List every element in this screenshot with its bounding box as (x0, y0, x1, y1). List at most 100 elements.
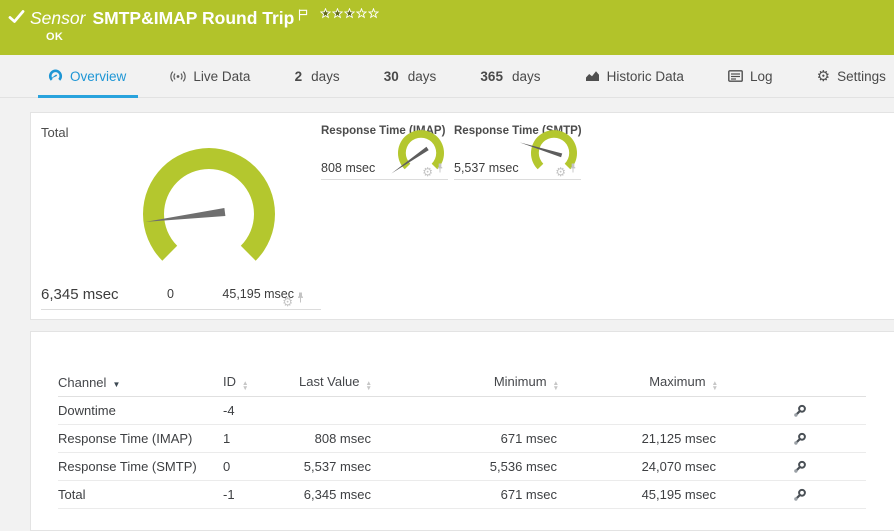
sensor-status-banner: Sensor SMTP&IMAP Round Trip OK (0, 0, 894, 55)
channel-row: Downtime -4 (58, 396, 866, 425)
wrench-icon (794, 433, 806, 445)
tab-label: Overview (70, 68, 127, 84)
tab-bar: Overview Live Data 2 days 30 days 365 da… (0, 55, 894, 98)
gauge-current-value: 5,537 msec (454, 161, 519, 175)
gauge-icon (48, 69, 63, 81)
filler-cell (807, 396, 866, 425)
total-gauge-cell: Total 6,345 msec 0 45,195 msec ⚙ (41, 125, 321, 310)
last-value-cell: 5,537 msec (299, 452, 381, 481)
tab-label: Settings (837, 68, 886, 84)
tab-365-days[interactable]: 365 days (480, 55, 540, 97)
channels-table: Channel ▼ ID ▲ ▼ Last Value ▲ ▼ Minimum ▲ ▼ Max… (58, 368, 866, 509)
tab-label-number: 2 (294, 68, 303, 84)
column-header-channel[interactable]: Channel ▼ (58, 368, 223, 397)
table-header-row: Channel ▼ ID ▲ ▼ Last Value ▲ ▼ Minimum ▲ ▼ Max… (58, 368, 866, 397)
area-chart-icon (585, 71, 599, 81)
sort-icon: ▲ ▼ (711, 379, 718, 392)
wrench-icon (794, 489, 806, 501)
channel-gear-icon[interactable]: ⚙ (282, 296, 293, 308)
smtp-gauge-cell: Response Time (SMTP) 5,537 msec ⚙ (454, 125, 582, 180)
channel-row: Response Time (IMAP) 1 808 msec 671 msec… (58, 424, 866, 453)
column-header-settings (718, 368, 807, 397)
object-type-label: Sensor (30, 8, 86, 28)
priority-rating[interactable] (320, 8, 380, 19)
sort-desc-icon: ▼ (112, 379, 121, 389)
filler-cell (807, 480, 866, 509)
tab-label-number: 365 (480, 68, 503, 84)
tab-live-data[interactable]: Live Data (170, 55, 250, 97)
gauge-min-label: 0 (167, 287, 174, 301)
pin-icon[interactable] (436, 160, 444, 178)
tab-label: Log (750, 68, 773, 84)
channel-gear-icon[interactable]: ⚙ (555, 166, 566, 178)
imap-gauge-cell: Response Time (IMAP) 808 msec ⚙ (321, 125, 448, 180)
ok-check-icon (8, 9, 25, 29)
channel-settings-button[interactable] (718, 424, 807, 453)
star-icon[interactable] (344, 8, 356, 19)
gauge-current-value: 6,345 msec (41, 286, 119, 303)
channel-settings-button[interactable] (718, 480, 807, 509)
tab-label: days (407, 68, 437, 84)
channel-id-cell: 1 (223, 424, 299, 453)
total-gauge[interactable] (134, 144, 284, 269)
channel-name-cell: Downtime (58, 396, 223, 425)
tab-log[interactable]: Log (728, 55, 773, 97)
sort-icon: ▲ ▼ (365, 379, 372, 392)
channel-name-cell: Total (58, 480, 223, 509)
column-header-last-value[interactable]: Last Value ▲ ▼ (299, 368, 381, 397)
sort-icon: ▲ ▼ (242, 379, 249, 392)
tab-historic-data[interactable]: Historic Data (585, 55, 684, 97)
imap-gauge[interactable] (381, 127, 457, 177)
page-title: SMTP&IMAP Round Trip (92, 8, 295, 28)
channel-name-cell: Response Time (IMAP) (58, 424, 223, 453)
maximum-cell: 21,125 msec (559, 424, 718, 453)
minimum-cell: 671 msec (381, 480, 559, 509)
filler-cell (807, 452, 866, 481)
channel-row: Total -1 6,345 msec 671 msec 45,195 msec (58, 480, 866, 509)
gauges-panel: Total 6,345 msec 0 45,195 msec ⚙ Respons… (30, 112, 894, 320)
channel-settings-button[interactable] (718, 452, 807, 481)
gear-icon: ⚙ (816, 66, 831, 85)
tab-30-days[interactable]: 30 days (384, 55, 437, 97)
flag-icon[interactable] (298, 8, 308, 26)
maximum-cell: 24,070 msec (559, 452, 718, 481)
tab-overview[interactable]: Overview (37, 55, 139, 98)
star-icon[interactable] (356, 8, 368, 19)
smtp-gauge[interactable] (514, 127, 590, 177)
maximum-cell (559, 396, 718, 425)
tab-label: days (311, 68, 340, 84)
star-icon[interactable] (332, 8, 344, 19)
maximum-cell: 45,195 msec (559, 480, 718, 509)
sort-icon: ▲ ▼ (552, 379, 559, 392)
pin-icon[interactable] (569, 160, 577, 178)
pin-icon[interactable] (296, 290, 305, 308)
star-icon[interactable] (320, 8, 332, 19)
tab-label: Historic Data (606, 68, 684, 84)
minimum-cell (381, 396, 559, 425)
column-header-id[interactable]: ID ▲ ▼ (223, 368, 299, 397)
channel-gear-icon[interactable]: ⚙ (422, 166, 433, 178)
live-data-icon (170, 70, 187, 82)
tab-label: days (511, 68, 541, 84)
log-list-icon (728, 70, 743, 82)
channel-id-cell: -4 (223, 396, 299, 425)
star-icon[interactable] (368, 8, 380, 19)
gauge-title: Total (41, 125, 69, 140)
wrench-icon (794, 405, 806, 417)
gauge-current-value: 808 msec (321, 161, 376, 175)
tab-2-days[interactable]: 2 days (295, 55, 340, 97)
last-value-cell: 6,345 msec (299, 480, 381, 509)
status-badge: OK (46, 31, 64, 43)
minimum-cell: 5,536 msec (381, 452, 559, 481)
channels-panel: Channel ▼ ID ▲ ▼ Last Value ▲ ▼ Minimum ▲ ▼ Max… (30, 331, 894, 531)
channel-id-cell: 0 (223, 452, 299, 481)
column-header-minimum[interactable]: Minimum ▲ ▼ (381, 368, 559, 397)
tab-label: Live Data (193, 68, 251, 84)
channel-settings-button[interactable] (718, 396, 807, 425)
channel-row: Response Time (SMTP) 0 5,537 msec 5,536 … (58, 452, 866, 481)
last-value-cell: 808 msec (299, 424, 381, 453)
filler-cell (807, 424, 866, 453)
tab-settings[interactable]: ⚙ Settings (817, 55, 886, 97)
channel-id-cell: -1 (223, 480, 299, 509)
column-header-maximum[interactable]: Maximum ▲ ▼ (559, 368, 718, 397)
